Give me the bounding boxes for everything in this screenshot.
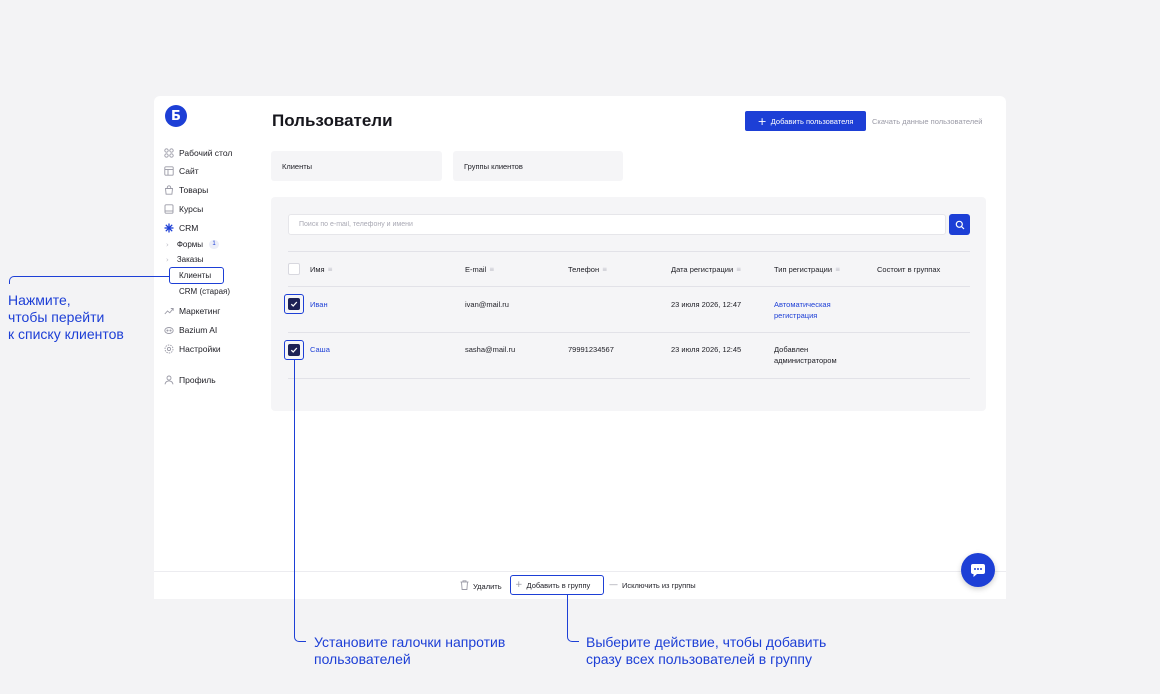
user-phone: 79991234567 <box>568 345 614 354</box>
sidebar-subitem-orders[interactable]: › Заказы <box>166 253 204 266</box>
tab-client-groups[interactable]: Группы клиентов <box>453 151 623 181</box>
sidebar-item-site[interactable]: Сайт <box>164 164 199 178</box>
tab-clients[interactable]: Клиенты <box>271 151 442 181</box>
add-to-group-highlight <box>510 575 604 595</box>
divider <box>288 378 970 379</box>
plus-icon: + <box>757 114 767 128</box>
sort-icon: ≡ <box>736 266 742 273</box>
divider <box>288 251 970 252</box>
column-reg-date[interactable]: Дата регистрации ≡ <box>671 265 741 274</box>
minus-icon: — <box>609 580 618 590</box>
user-reg-date: 23 июля 2026, 12:45 <box>671 345 742 354</box>
user-email: sasha@mail.ru <box>465 345 516 354</box>
remove-from-group-button[interactable]: — Исключить из группы <box>609 580 696 590</box>
sidebar-item-products[interactable]: Товары <box>164 183 208 197</box>
divider <box>288 332 970 333</box>
sidebar-item-dashboard[interactable]: Рабочий стол <box>164 146 232 160</box>
sidebar-item-profile[interactable]: Профиль <box>164 373 216 387</box>
chevron-right-icon: › <box>166 240 169 249</box>
add-user-button[interactable]: + Добавить пользователя <box>745 111 866 131</box>
delete-button[interactable]: Удалить <box>460 580 502 593</box>
sidebar-subitem-crm-old[interactable]: CRM (старая) <box>166 285 230 298</box>
download-users-link[interactable]: Скачать данные пользователей <box>872 117 982 126</box>
checkbox-highlight <box>284 294 304 314</box>
forms-count-badge: 1 <box>209 240 220 249</box>
checkbox-hint: Установите галочки напротив пользователе… <box>314 634 506 667</box>
bag-icon <box>164 185 174 195</box>
search-button[interactable] <box>949 214 970 235</box>
user-icon <box>164 375 174 385</box>
sort-icon: ≡ <box>327 266 333 273</box>
gear-icon <box>164 344 174 354</box>
sidebar-subitem-forms[interactable]: › Формы 1 <box>166 238 220 251</box>
sort-icon: ≡ <box>835 266 841 273</box>
sidebar-item-crm[interactable]: CRM <box>164 221 198 235</box>
ai-icon <box>164 325 174 335</box>
clients-highlight <box>169 267 224 284</box>
select-all-checkbox[interactable] <box>288 263 300 275</box>
sidebar-item-courses[interactable]: Курсы <box>164 202 203 216</box>
sort-icon: ≡ <box>489 266 495 273</box>
action-hint: Выберите действие, чтобы добавить сразу … <box>586 634 827 667</box>
sidebar-item-marketing[interactable]: Маркетинг <box>164 304 220 318</box>
brand-logo[interactable]: Б <box>165 105 187 127</box>
user-reg-type: Добавлен администратором <box>774 345 837 365</box>
grid-icon <box>164 148 174 158</box>
sidebar-item-bazium-ai[interactable]: Bazium AI <box>164 323 217 337</box>
clients-hint: Нажмите, чтобы перейти к списку клиентов <box>8 292 124 342</box>
book-icon <box>164 204 174 214</box>
column-phone[interactable]: Телефон ≡ <box>568 265 607 274</box>
search-icon <box>955 220 964 229</box>
checkbox-highlight <box>284 340 304 360</box>
trash-icon <box>460 580 469 593</box>
crm-icon <box>164 223 174 233</box>
user-name-link[interactable]: Саша <box>310 344 330 355</box>
column-groups: Состоит в группах <box>877 265 941 274</box>
user-reg-type[interactable]: Автоматическая регистрация <box>774 299 854 321</box>
layout-icon <box>164 166 174 176</box>
chat-icon <box>971 563 985 577</box>
chevron-right-icon: › <box>166 255 169 264</box>
column-name[interactable]: Имя ≡ <box>310 265 333 274</box>
chat-button[interactable] <box>961 553 995 587</box>
page-title: Пользователи <box>272 111 393 130</box>
user-email: ivan@mail.ru <box>465 300 509 309</box>
search-input[interactable] <box>288 214 946 235</box>
sort-icon: ≡ <box>602 266 608 273</box>
user-name-link[interactable]: Иван <box>310 299 328 310</box>
callout-connector <box>567 595 579 642</box>
divider <box>288 286 970 287</box>
sidebar-item-settings[interactable]: Настройки <box>164 342 221 356</box>
column-reg-type[interactable]: Тип регистрации ≡ <box>774 265 840 274</box>
callout-connector <box>9 276 169 284</box>
column-email[interactable]: E-mail ≡ <box>465 265 494 274</box>
callout-connector <box>294 360 306 642</box>
chart-icon <box>164 306 174 316</box>
user-reg-date: 23 июля 2026, 12:47 <box>671 300 742 309</box>
